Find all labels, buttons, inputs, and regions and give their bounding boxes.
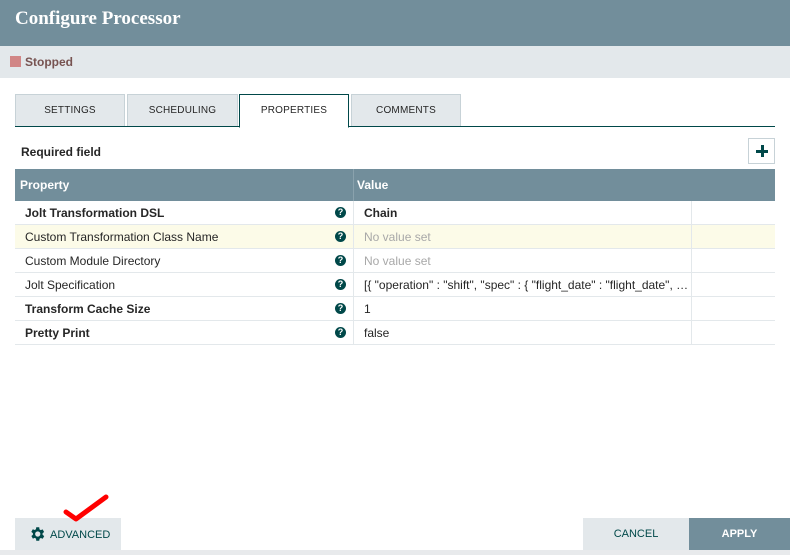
help-icon[interactable]: ? [335,327,346,338]
column-divider [353,201,354,225]
dialog-header: Configure Processor [0,0,790,46]
apply-button[interactable]: APPLY [689,518,790,550]
advanced-button-label: ADVANCED [50,529,111,541]
tab-settings[interactable]: SETTINGS [15,94,125,127]
required-field-label: Required field [21,145,102,159]
column-divider [353,225,354,249]
property-name: Transform Cache Size [25,302,151,316]
column-divider [353,249,354,273]
property-name: Pretty Print [25,326,90,340]
property-value[interactable]: No value set [364,254,689,268]
help-icon[interactable]: ? [335,231,346,242]
property-value[interactable]: No value set [364,230,689,244]
property-value[interactable]: [{ "operation" : "shift", "spec" : { "fl… [364,278,689,292]
background-canvas-strip [0,550,790,555]
property-name: Custom Module Directory [25,254,161,268]
property-name: Custom Transformation Class Name [25,230,219,244]
red-checkmark-annotation [63,494,109,522]
gear-icon [31,527,45,541]
tab-comments[interactable]: COMMENTS [351,94,461,127]
properties-table-header: Property Value [15,169,775,201]
table-row[interactable]: Jolt Transformation DSL ? Chain [15,201,775,225]
column-divider [691,249,692,273]
advanced-button[interactable]: ADVANCED [15,518,121,550]
property-name: Jolt Transformation DSL [25,206,165,220]
table-row[interactable]: Jolt Specification ? [{ "operation" : "s… [15,273,775,297]
column-divider [691,201,692,225]
table-row[interactable]: Pretty Print ? false [15,321,775,345]
column-divider [353,273,354,297]
column-divider [691,225,692,249]
run-status: Stopped [25,55,73,69]
column-divider [353,321,354,345]
tab-properties[interactable]: PROPERTIES [239,94,349,128]
property-name: Jolt Specification [25,278,116,292]
help-icon[interactable]: ? [335,279,346,290]
help-icon[interactable]: ? [335,303,346,314]
column-divider [691,321,692,345]
cancel-button[interactable]: CANCEL [583,518,689,550]
table-row[interactable]: Transform Cache Size ? 1 [15,297,775,321]
help-icon[interactable]: ? [335,207,346,218]
column-header-value[interactable]: Value [357,178,388,192]
column-divider [691,297,692,321]
property-value[interactable]: false [364,326,689,340]
help-icon[interactable]: ? [335,255,346,266]
status-bar: Stopped [0,46,790,78]
tab-divider [15,126,775,127]
column-divider [353,297,354,321]
dialog-title: Configure Processor [15,8,181,29]
column-divider [353,169,354,201]
add-property-button[interactable] [748,138,775,164]
column-divider [691,273,692,297]
properties-table-body: Jolt Transformation DSL ? Chain Custom T… [15,201,775,345]
property-value[interactable]: Chain [364,206,689,220]
table-row[interactable]: Custom Module Directory ? No value set [15,249,775,273]
tab-scheduling[interactable]: SCHEDULING [127,94,238,127]
table-row[interactable]: Custom Transformation Class Name ? No va… [15,225,775,249]
column-header-property[interactable]: Property [20,178,69,192]
property-value[interactable]: 1 [364,302,689,316]
stopped-icon [10,56,21,67]
